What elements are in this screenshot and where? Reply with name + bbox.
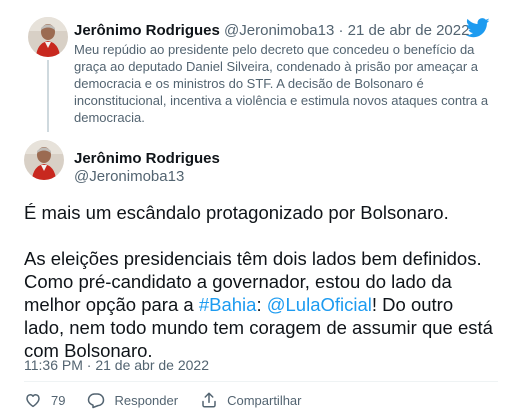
author-name[interactable]: Jerônimo Rodrigues bbox=[74, 150, 220, 168]
twitter-bird-icon[interactable] bbox=[466, 18, 490, 38]
hashtag-link[interactable]: #Bahia bbox=[199, 294, 257, 315]
share-icon bbox=[202, 392, 216, 408]
quoted-header: Jerônimo Rodrigues @Jeronimoba13 · 21 de… bbox=[74, 22, 469, 40]
quoted-separator: · bbox=[338, 22, 344, 39]
quoted-author-name[interactable]: Jerônimo Rodrigues bbox=[74, 22, 220, 39]
like-button[interactable]: 79 bbox=[24, 391, 65, 409]
like-count: 79 bbox=[51, 392, 66, 408]
tweet-text: É mais um escândalo protagonizado por Bo… bbox=[24, 201, 494, 362]
reply-label: Responder bbox=[114, 392, 179, 408]
quoted-avatar[interactable] bbox=[28, 17, 68, 57]
action-bar: 79 Responder Compartilhar bbox=[24, 389, 324, 411]
mention-link[interactable]: @LulaOficial bbox=[267, 294, 372, 315]
reply-icon bbox=[88, 393, 105, 409]
reply-button[interactable]: Responder bbox=[87, 391, 178, 409]
heart-icon bbox=[26, 394, 40, 408]
tweet-paragraph: É mais um escândalo protagonizado por Bo… bbox=[24, 202, 449, 223]
tweet-text-segment: : bbox=[256, 294, 267, 315]
author-handle[interactable]: @Jeronimoba13 bbox=[74, 168, 184, 186]
share-label: Compartilhar bbox=[227, 392, 302, 408]
quoted-text: Meu repúdio ao presidente pelo decreto q… bbox=[74, 42, 489, 125]
embedded-tweet: Jerônimo Rodrigues @Jeronimoba13 · 21 de… bbox=[0, 0, 511, 414]
quoted-author-handle[interactable]: @Jeronimoba13 bbox=[224, 22, 334, 39]
thread-rail bbox=[47, 60, 49, 132]
author-avatar[interactable] bbox=[24, 140, 64, 180]
tweet-paragraph: As eleições presidenciais têm dois lados… bbox=[24, 247, 494, 362]
quoted-date[interactable]: 21 de abr de 2022 bbox=[348, 22, 470, 39]
divider bbox=[24, 381, 498, 382]
share-button[interactable]: Compartilhar bbox=[200, 391, 302, 409]
tweet-timestamp[interactable]: 11:36 PM · 21 de abr de 2022 bbox=[24, 357, 209, 374]
